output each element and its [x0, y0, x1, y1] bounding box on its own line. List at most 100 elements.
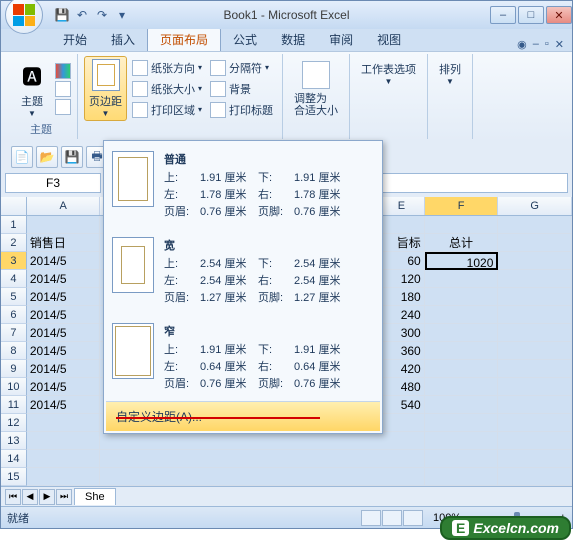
cell[interactable]: 2014/5	[27, 324, 101, 342]
maximize-button[interactable]: □	[518, 6, 544, 24]
row-header[interactable]: 12	[1, 414, 27, 432]
row-header[interactable]: 11	[1, 396, 27, 414]
cell[interactable]	[498, 288, 572, 306]
margin-option-wide[interactable]: 宽 上:2.54 厘米下:2.54 厘米 左:2.54 厘米右:2.54 厘米 …	[106, 229, 380, 315]
view-break-icon[interactable]	[403, 510, 423, 526]
breaks-button[interactable]: 分隔符▾	[207, 58, 276, 78]
row-header[interactable]: 15	[1, 468, 27, 486]
cell[interactable]	[498, 450, 572, 468]
cell[interactable]	[425, 432, 499, 450]
cell[interactable]: 480	[379, 378, 425, 396]
doc-minimize-icon[interactable]: –	[533, 38, 539, 51]
cell[interactable]	[425, 342, 499, 360]
name-box[interactable]	[5, 173, 101, 193]
cell[interactable]	[498, 270, 572, 288]
cell[interactable]	[425, 216, 499, 234]
tab-data[interactable]: 数据	[269, 28, 317, 51]
cell[interactable]: 2014/5	[27, 288, 101, 306]
cell[interactable]	[425, 468, 499, 486]
cell[interactable]	[27, 450, 101, 468]
themes-button[interactable]: 🅰 主题 ▼	[11, 56, 53, 121]
cell[interactable]: 旨标	[379, 234, 425, 252]
cell[interactable]: 2014/5	[27, 360, 101, 378]
cell[interactable]: 2014/5	[27, 396, 101, 414]
cell[interactable]	[425, 450, 499, 468]
tab-home[interactable]: 开始	[51, 28, 99, 51]
row-header[interactable]: 3	[1, 252, 27, 270]
next-sheet-icon[interactable]: ▶	[39, 489, 55, 505]
cell[interactable]	[379, 216, 425, 234]
row-header[interactable]: 2	[1, 234, 27, 252]
col-header-e[interactable]: E	[379, 197, 425, 215]
cell[interactable]	[425, 270, 499, 288]
cell[interactable]	[498, 324, 572, 342]
row-header[interactable]: 14	[1, 450, 27, 468]
cell[interactable]	[498, 414, 572, 432]
open-icon[interactable]: 📂	[36, 146, 58, 168]
row-header[interactable]: 10	[1, 378, 27, 396]
cell[interactable]	[27, 432, 101, 450]
cell[interactable]: 240	[379, 306, 425, 324]
margins-button[interactable]: 页边距 ▼	[84, 56, 127, 121]
background-button[interactable]: 背景	[207, 79, 276, 99]
cell[interactable]: 540	[379, 396, 425, 414]
tab-page-layout[interactable]: 页面布局	[147, 27, 221, 51]
office-button[interactable]	[5, 0, 43, 34]
cell[interactable]: 180	[379, 288, 425, 306]
row-header[interactable]: 7	[1, 324, 27, 342]
cell[interactable]	[379, 432, 425, 450]
cell[interactable]	[425, 306, 499, 324]
row-header[interactable]: 5	[1, 288, 27, 306]
orientation-button[interactable]: 纸张方向▾	[129, 58, 205, 78]
cell[interactable]: 2014/5	[27, 378, 101, 396]
sheet-tab[interactable]: She	[74, 488, 116, 505]
row-header[interactable]: 1	[1, 216, 27, 234]
qat-save-icon[interactable]: 💾	[53, 6, 71, 24]
row-header[interactable]: 13	[1, 432, 27, 450]
save2-icon[interactable]: 💾	[61, 146, 83, 168]
cell[interactable]	[425, 288, 499, 306]
cell[interactable]: 2014/5	[27, 252, 101, 270]
tab-review[interactable]: 审阅	[317, 28, 365, 51]
cell[interactable]	[425, 360, 499, 378]
doc-close-icon[interactable]: ✕	[555, 38, 564, 51]
select-all-corner[interactable]	[1, 197, 27, 215]
tab-insert[interactable]: 插入	[99, 28, 147, 51]
sheet-options-button[interactable]: 工作表选项 ▼	[356, 56, 421, 89]
cell[interactable]	[425, 396, 499, 414]
tab-formulas[interactable]: 公式	[221, 28, 269, 51]
tab-view[interactable]: 视图	[365, 28, 413, 51]
cell[interactable]: 2014/5	[27, 270, 101, 288]
cell[interactable]: 总计	[425, 234, 499, 252]
cell[interactable]	[379, 414, 425, 432]
cell[interactable]	[27, 414, 101, 432]
cell[interactable]	[379, 450, 425, 468]
cell[interactable]: 60	[379, 252, 425, 270]
cell[interactable]: 1020	[425, 252, 499, 270]
qat-redo-icon[interactable]: ↷	[93, 6, 111, 24]
cell[interactable]	[498, 432, 572, 450]
cell[interactable]	[498, 468, 572, 486]
minimize-button[interactable]: –	[490, 6, 516, 24]
cell[interactable]	[425, 378, 499, 396]
margin-option-narrow[interactable]: 窄 上:1.91 厘米下:1.91 厘米 左:0.64 厘米右:0.64 厘米 …	[106, 315, 380, 401]
view-normal-icon[interactable]	[361, 510, 381, 526]
cell[interactable]: 360	[379, 342, 425, 360]
qat-undo-icon[interactable]: ↶	[73, 6, 91, 24]
col-header-g[interactable]: G	[498, 197, 572, 215]
cell[interactable]: 300	[379, 324, 425, 342]
print-area-button[interactable]: 打印区域▾	[129, 100, 205, 120]
cell[interactable]	[498, 396, 572, 414]
margin-option-normal[interactable]: 普通 上:1.91 厘米下:1.91 厘米 左:1.78 厘米右:1.78 厘米…	[106, 143, 380, 229]
cell[interactable]	[498, 252, 572, 270]
doc-restore-icon[interactable]: ▫	[545, 38, 549, 51]
cell[interactable]	[498, 342, 572, 360]
scale-to-fit-button[interactable]: 调整为 合适大小	[289, 56, 343, 120]
cell[interactable]	[27, 216, 101, 234]
cell[interactable]: 2014/5	[27, 342, 101, 360]
cell[interactable]	[379, 468, 425, 486]
cell[interactable]	[425, 324, 499, 342]
arrange-button[interactable]: 排列 ▼	[434, 56, 466, 89]
print-titles-button[interactable]: 打印标题	[207, 100, 276, 120]
last-sheet-icon[interactable]: ⏭	[56, 489, 72, 505]
